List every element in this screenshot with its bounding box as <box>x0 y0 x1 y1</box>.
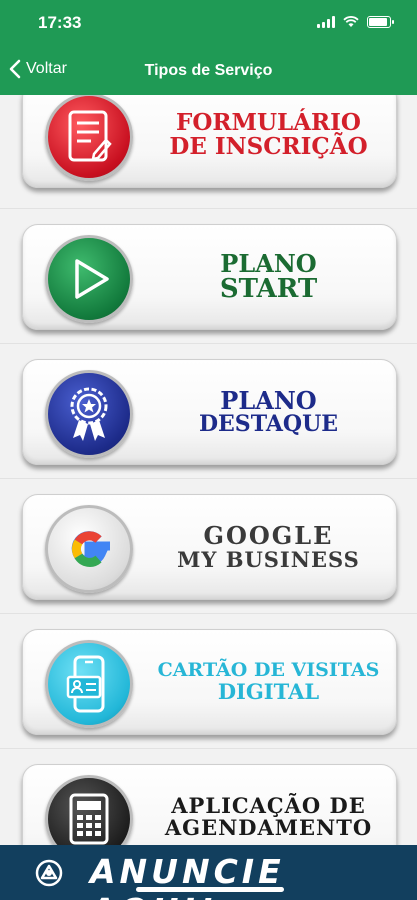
service-label-line1: GOOGLE <box>203 521 334 551</box>
app-header: 17:33 Voltar Tipos de Serviço <box>0 0 417 95</box>
status-bar: 17:33 <box>0 0 417 48</box>
service-label-line1: PLANO <box>220 248 317 278</box>
play-icon <box>45 235 133 323</box>
home-indicator[interactable] <box>136 887 284 892</box>
service-label-line1: PLANO <box>220 385 317 415</box>
service-label-line2: MY BUSINESS <box>177 546 360 572</box>
wifi-icon <box>343 16 359 27</box>
service-label: APLICAÇÃO DE AGENDAMENTO <box>153 765 384 845</box>
service-card-cartao[interactable]: CARTÃO DE VISITAS DIGITAL <box>22 629 397 735</box>
calculator-icon <box>45 775 133 845</box>
service-card-google[interactable]: GOOGLE MY BUSINESS <box>22 494 397 600</box>
service-label-line1: FORMULÁRIO <box>176 108 361 136</box>
status-time: 17:33 <box>38 13 82 32</box>
service-label-line2: DESTAQUE <box>198 411 339 438</box>
service-label: PLANO START <box>153 225 384 329</box>
logo-icon <box>35 859 63 887</box>
list-item: PLANO START <box>0 209 417 344</box>
battery-level <box>369 18 387 26</box>
service-label-line2: START <box>219 273 318 304</box>
signal-icon <box>317 16 335 28</box>
nav-bar: Voltar Tipos de Serviço <box>0 50 417 94</box>
service-label-line2: AGENDAMENTO <box>164 815 373 840</box>
award-icon <box>45 370 133 458</box>
service-label-line1: CARTÃO DE VISITAS <box>157 659 380 681</box>
list-item: PLANO DESTAQUE <box>0 344 417 479</box>
phone-card-icon <box>45 640 133 728</box>
service-card-plano-destaque[interactable]: PLANO DESTAQUE <box>22 359 397 465</box>
service-label: GOOGLE MY BUSINESS <box>153 495 384 599</box>
google-icon <box>45 505 133 593</box>
page-title: Tipos de Serviço <box>144 62 273 79</box>
list-item: GOOGLE MY BUSINESS <box>0 479 417 614</box>
service-label: FORMULÁRIO DE INSCRIÇÃO <box>153 95 384 187</box>
status-icons <box>317 16 394 28</box>
banner-text: ANUNCIE AQUI! <box>90 852 285 900</box>
list-item: APLICAÇÃO DE AGENDAMENTO <box>0 749 417 845</box>
battery-icon <box>367 16 394 28</box>
list-item: FORMULÁRIO DE INSCRIÇÃO <box>0 95 417 209</box>
service-list[interactable]: FORMULÁRIO DE INSCRIÇÃO PLANO START PLAN… <box>0 95 417 845</box>
service-label: PLANO DESTAQUE <box>153 360 384 464</box>
service-card-formulario[interactable]: FORMULÁRIO DE INSCRIÇÃO <box>22 95 397 188</box>
service-label-line1: APLICAÇÃO DE <box>171 792 366 818</box>
service-label-line2: DE INSCRIÇÃO <box>169 133 368 160</box>
service-label: CARTÃO DE VISITAS DIGITAL <box>153 630 384 734</box>
form-icon <box>45 95 133 181</box>
service-card-plano-start[interactable]: PLANO START <box>22 224 397 330</box>
list-item: CARTÃO DE VISITAS DIGITAL <box>0 614 417 749</box>
service-label-line2: DIGITAL <box>217 678 320 704</box>
service-card-agendamento[interactable]: APLICAÇÃO DE AGENDAMENTO <box>22 764 397 845</box>
